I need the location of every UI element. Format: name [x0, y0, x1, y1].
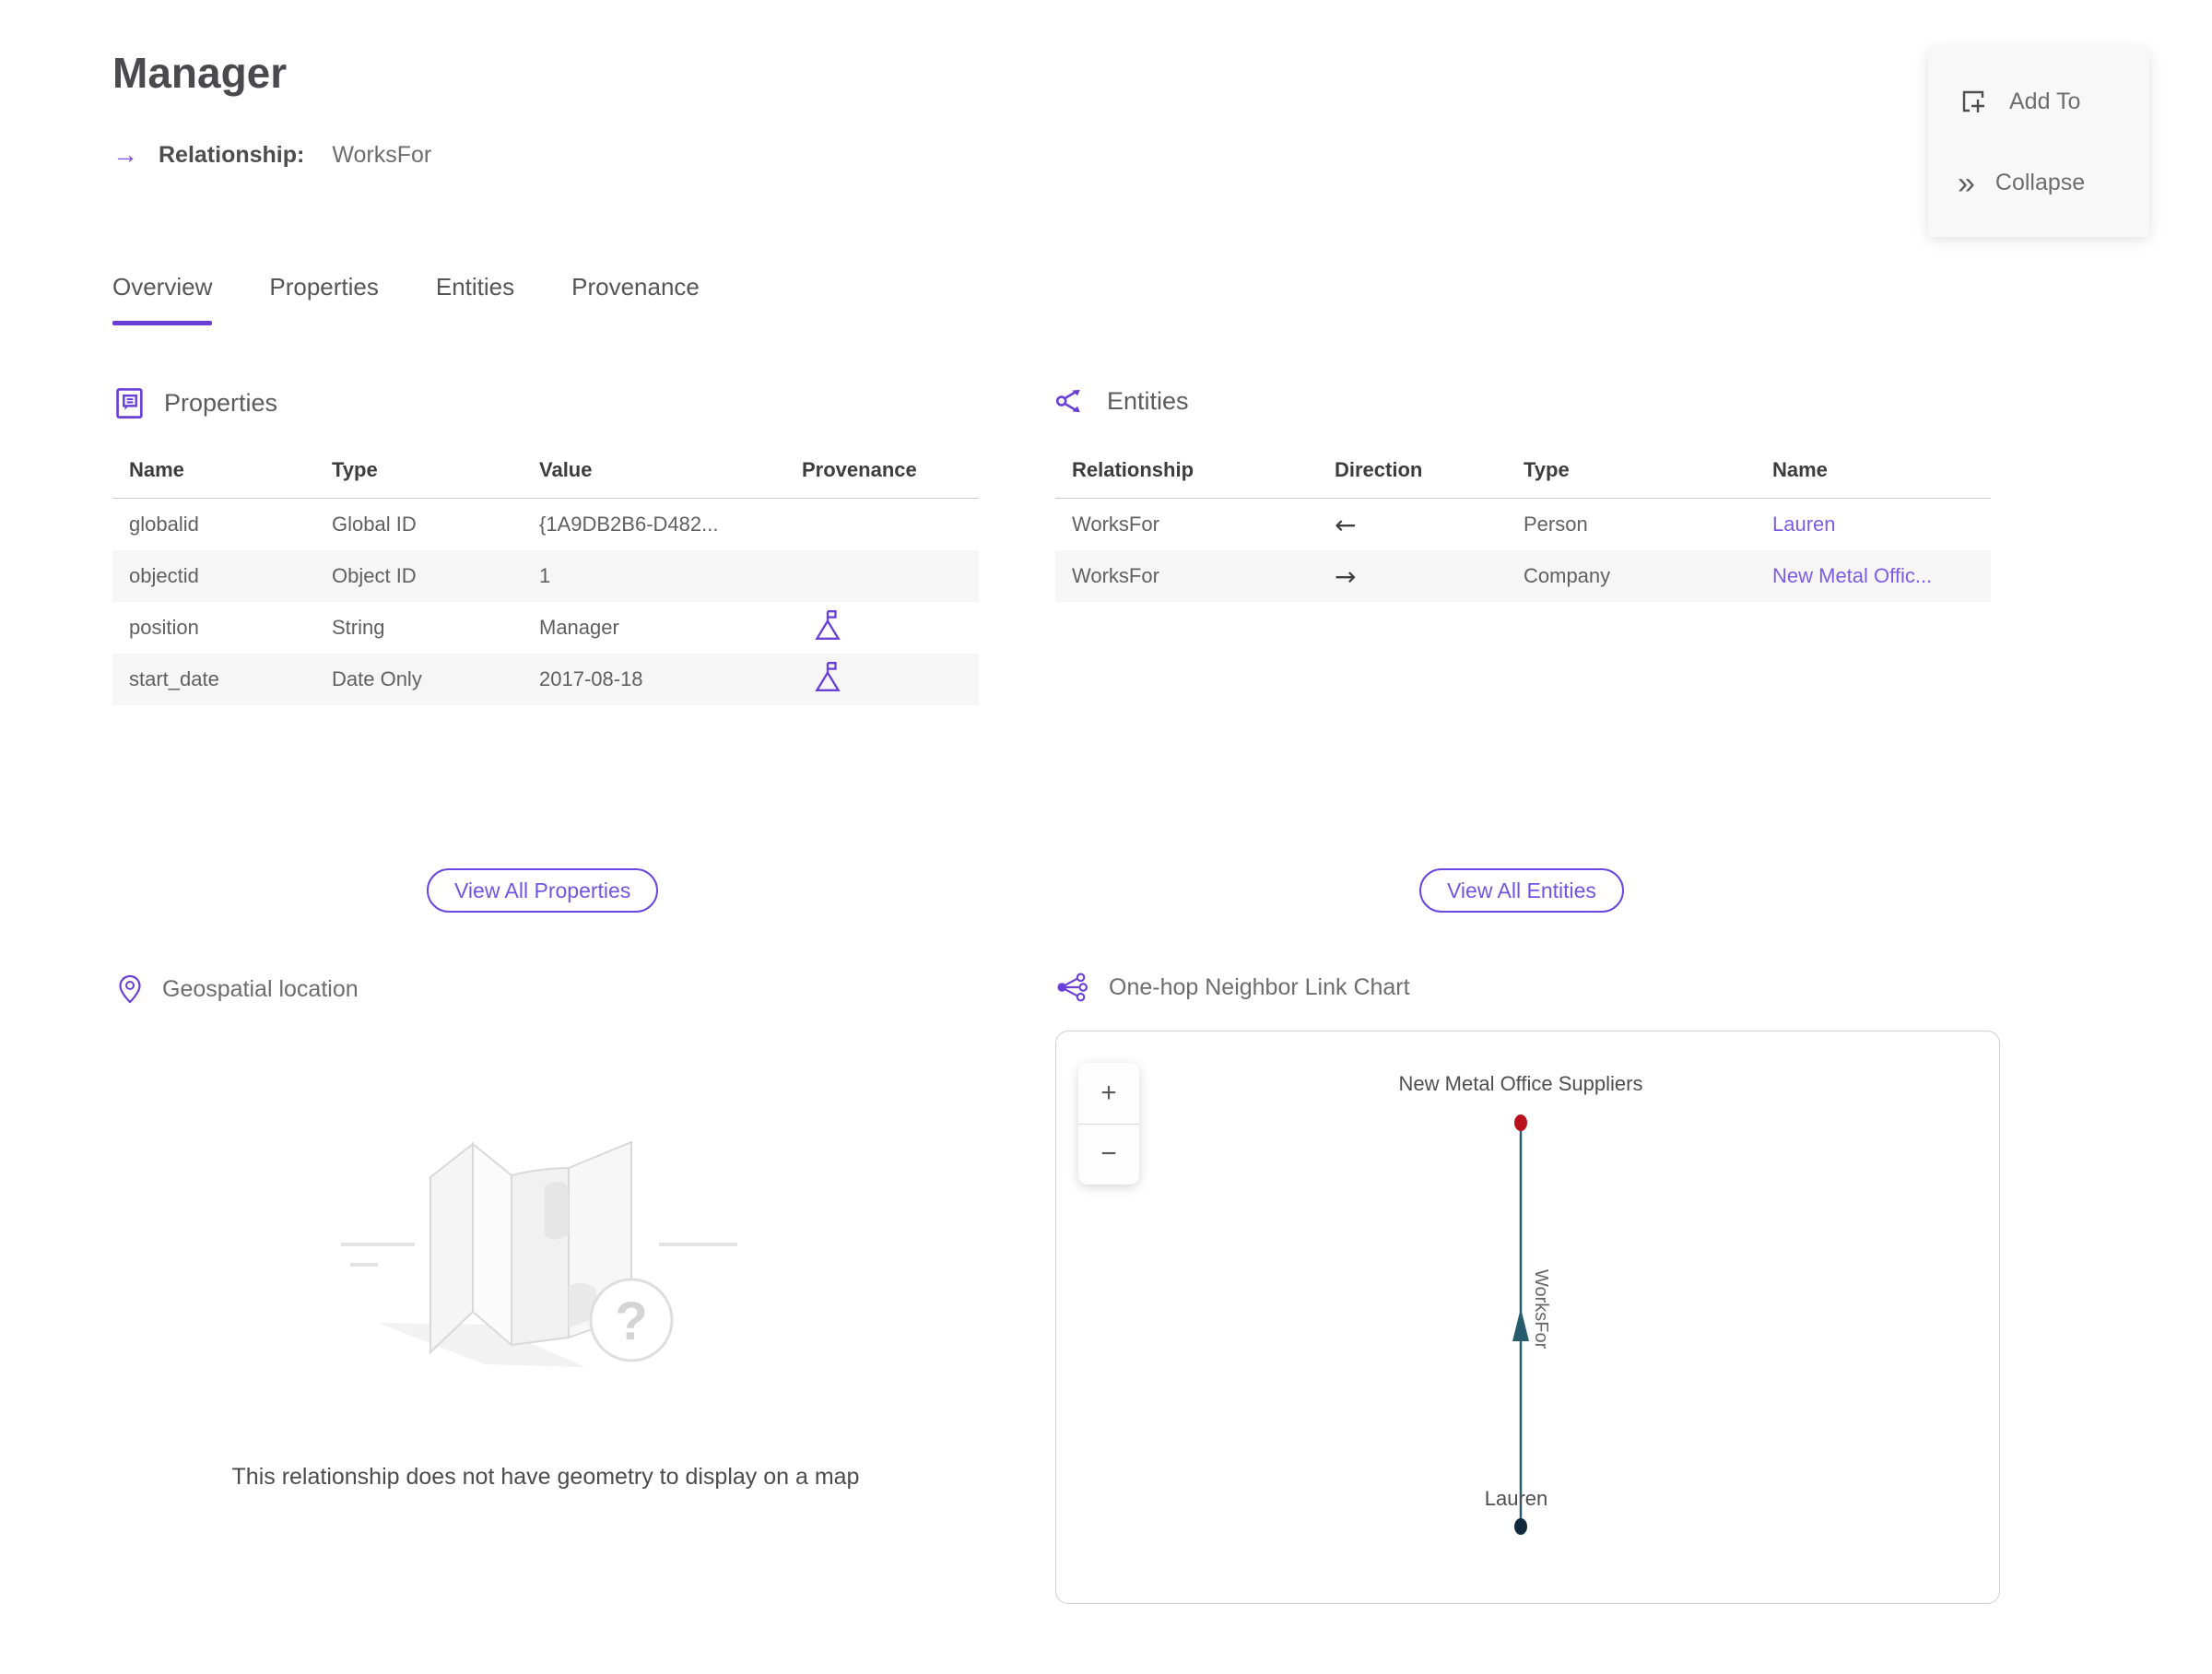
tab-bar: Overview Properties Entities Provenance: [112, 273, 700, 325]
link-chart-graph: [1512, 1114, 1529, 1535]
edge-arrowhead-icon: [1512, 1308, 1529, 1341]
properties-icon: [116, 388, 143, 418]
tab-properties[interactable]: Properties: [269, 273, 379, 325]
entities-table: Relationship Direction Type Name WorksFo…: [1055, 442, 1991, 602]
node-company-dot[interactable]: [1514, 1114, 1527, 1131]
tab-overview[interactable]: Overview: [112, 273, 213, 325]
relationship-type-value: WorksFor: [332, 141, 432, 168]
entity-link[interactable]: New Metal Offic...: [1756, 564, 1991, 588]
question-mark-glyph: ?: [615, 1291, 647, 1351]
no-geometry-message: This relationship does not have geometry…: [231, 1464, 860, 1490]
direction-right-arrow: →: [1335, 560, 1357, 592]
view-all-properties-button[interactable]: View All Properties: [427, 868, 659, 913]
tab-entities[interactable]: Entities: [436, 273, 514, 325]
view-all-entities-button[interactable]: View All Entities: [1419, 868, 1624, 913]
entities-section-header: Entities: [1055, 385, 1189, 417]
geospatial-section-title: Geospatial location: [162, 975, 359, 1002]
add-to-icon: [1962, 91, 1984, 113]
entity-link[interactable]: Lauren: [1756, 513, 1991, 536]
provenance-flag-icon[interactable]: [813, 608, 842, 642]
relationship-details-page: Manager → Relationship: WorksFor Add To …: [0, 0, 2212, 1674]
double-chevron-icon: »: [1958, 165, 1975, 201]
collapse-button[interactable]: » Collapse: [1928, 168, 2149, 199]
node-company-label: New Metal Office Suppliers: [1398, 1072, 1643, 1095]
one-hop-link-chart-icon: [1057, 973, 1088, 1002]
map-placeholder-illustration: ?: [341, 1140, 737, 1367]
properties-table-header: Name Type Value Provenance: [112, 442, 979, 499]
link-chart-panel[interactable]: New Metal Office Suppliers Lauren WorksF…: [1055, 1031, 2000, 1604]
breadcrumb: → Relationship: WorksFor: [112, 140, 431, 170]
zoom-control: + −: [1078, 1063, 1139, 1185]
entities-section-title: Entities: [1107, 386, 1189, 415]
edge-worksfor-label: WorksFor: [1531, 1269, 1551, 1350]
properties-section-header: Properties: [112, 385, 277, 420]
provenance-flag-icon[interactable]: [813, 660, 842, 693]
relationship-label: Relationship:: [159, 141, 305, 168]
table-row: position String Manager: [112, 602, 979, 654]
map-pin-icon: [119, 974, 141, 1004]
table-row: objectid Object ID 1: [112, 550, 979, 602]
entities-icon: [1055, 389, 1080, 413]
node-person-dot[interactable]: [1514, 1518, 1527, 1535]
zoom-in-button[interactable]: +: [1078, 1063, 1139, 1124]
tab-provenance[interactable]: Provenance: [571, 273, 700, 325]
page-title: Manager: [112, 49, 288, 97]
relationship-arrow-icon: →: [112, 140, 138, 169]
add-to-button[interactable]: Add To: [1928, 86, 2149, 117]
table-row: WorksFor ← Person Lauren: [1055, 499, 1991, 550]
entities-table-header: Relationship Direction Type Name: [1055, 442, 1991, 499]
table-row: start_date Date Only 2017-08-18: [112, 654, 979, 705]
properties-section-title: Properties: [164, 388, 278, 417]
table-row: WorksFor → Company New Metal Offic...: [1055, 550, 1991, 602]
geospatial-section-header: Geospatial location: [116, 973, 359, 1006]
zoom-out-button[interactable]: −: [1078, 1123, 1139, 1185]
properties-table: Name Type Value Provenance globalid Glob…: [112, 442, 979, 705]
floating-action-panel: Add To » Collapse: [1928, 48, 2149, 237]
link-chart-section-header: One-hop Neighbor Link Chart: [1055, 973, 1410, 1002]
link-chart-section-title: One-hop Neighbor Link Chart: [1109, 973, 1410, 1000]
direction-left-arrow: ←: [1335, 509, 1357, 540]
node-person-label: Lauren: [1484, 1487, 1548, 1510]
table-row: globalid Global ID {1A9DB2B6-D482...: [129, 513, 719, 536]
